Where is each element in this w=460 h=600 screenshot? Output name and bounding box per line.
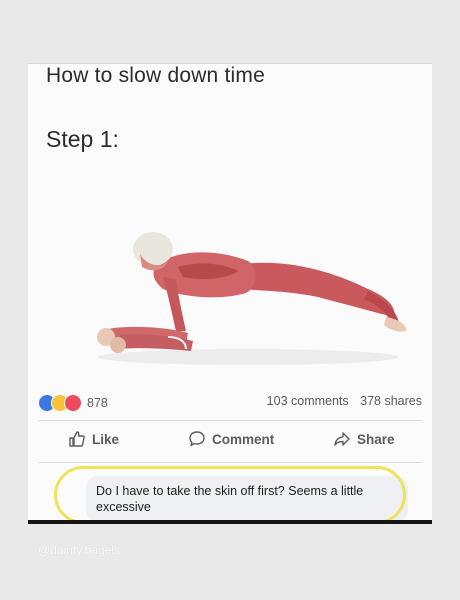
thumbs-up-icon xyxy=(69,431,85,447)
comment-icon xyxy=(189,431,205,447)
share-label: Share xyxy=(357,431,395,447)
fist-back xyxy=(110,337,126,353)
stats-divider xyxy=(38,420,422,421)
post-step-text: Step 1: xyxy=(46,126,119,152)
comment-button[interactable]: Comment xyxy=(188,430,274,448)
love-reaction-icon xyxy=(64,394,82,412)
anatomy-plank-figure xyxy=(97,232,407,365)
reactions[interactable]: 878 xyxy=(38,394,108,412)
shares-count[interactable]: 378 shares xyxy=(360,394,422,408)
watermark-text: @dainty.bagels xyxy=(38,543,121,557)
bottom-border xyxy=(28,520,432,524)
like-label: Like xyxy=(92,431,120,447)
comment-bubble[interactable]: Do I have to take the skin off first? Se… xyxy=(86,476,408,522)
engagement-counts: 103 comments 378 shares xyxy=(259,394,422,408)
share-arrow-icon xyxy=(334,432,350,446)
floor-shadow xyxy=(98,349,398,365)
comment-text: Do I have to take the skin off first? Se… xyxy=(96,484,364,514)
action-bar: Like Comment Share xyxy=(28,430,432,454)
reactions-count: 878 xyxy=(87,396,108,410)
post-stats: 878 103 comments 378 shares xyxy=(38,394,422,412)
comments-count[interactable]: 103 comments xyxy=(267,394,349,408)
like-button[interactable]: Like xyxy=(68,430,119,448)
post-title: How to slow down time xyxy=(46,64,265,87)
post-card: How to slow down time Step 1: 878 103 co… xyxy=(28,63,432,522)
legs-muscle xyxy=(243,262,395,317)
actions-divider xyxy=(38,462,422,463)
share-button[interactable]: Share xyxy=(333,430,395,448)
skull xyxy=(133,232,173,266)
comment-label: Comment xyxy=(212,431,275,447)
